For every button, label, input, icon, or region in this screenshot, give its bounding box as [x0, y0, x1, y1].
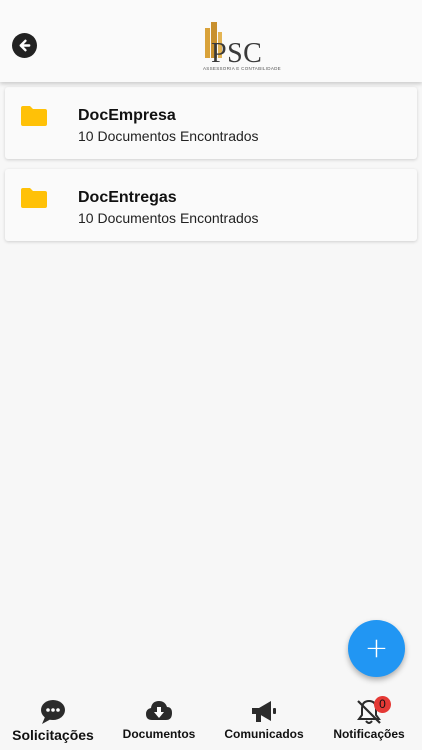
folder-icon: [21, 106, 47, 126]
nav-label: Solicitações: [12, 727, 94, 743]
folder-subtitle: 10 Documentos Encontrados: [78, 128, 259, 144]
company-logo: PSC ASSESSORIA E CONTABILIDADE: [203, 22, 281, 76]
megaphone-icon: [249, 698, 279, 726]
nav-label: Comunicados: [224, 727, 304, 741]
folder-card-docempresa[interactable]: DocEmpresa 10 Documentos Encontrados: [5, 87, 417, 159]
folder-subtitle: 10 Documentos Encontrados: [78, 210, 259, 226]
bell-off-icon: 0: [354, 696, 391, 726]
cloud-download-icon: [144, 698, 174, 726]
chat-bubble-icon: [38, 698, 68, 726]
logo-tagline: ASSESSORIA E CONTABILIDADE: [203, 66, 281, 71]
folder-icon: [21, 188, 47, 208]
nav-label: Documentos: [122, 727, 196, 741]
notification-badge: 0: [374, 696, 391, 713]
folder-title: DocEmpresa: [78, 107, 176, 124]
bottom-navigation: Solicitações Documentos Comunicados 0 No…: [0, 692, 422, 750]
back-button[interactable]: [12, 33, 37, 58]
nav-comunicados[interactable]: Comunicados: [220, 692, 308, 750]
folder-title: DocEntregas: [78, 189, 177, 206]
folder-card-docentregas[interactable]: DocEntregas 10 Documentos Encontrados: [5, 169, 417, 241]
app-header: PSC ASSESSORIA E CONTABILIDADE: [0, 0, 422, 82]
logo-name: PSC: [211, 38, 263, 69]
add-button[interactable]: +: [348, 620, 405, 677]
nav-documentos[interactable]: Documentos: [116, 692, 202, 750]
nav-label: Notificações: [333, 727, 405, 741]
plus-icon: +: [364, 630, 389, 664]
nav-notificacoes[interactable]: 0 Notificações: [326, 692, 412, 750]
nav-solicitacoes[interactable]: Solicitações: [8, 692, 98, 750]
arrow-left-icon: [19, 39, 31, 52]
